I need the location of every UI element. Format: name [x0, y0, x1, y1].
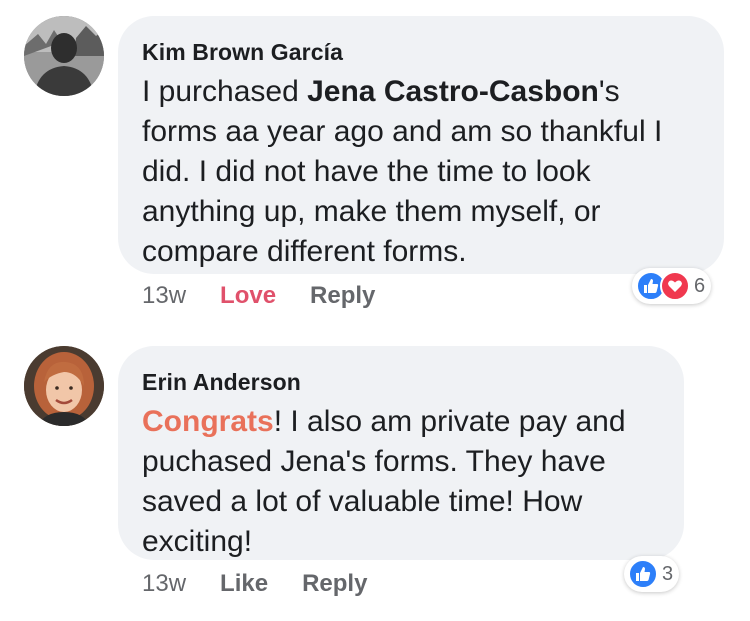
avatar[interactable] [24, 346, 104, 426]
avatar[interactable] [24, 16, 104, 96]
comment-bubble: Erin Anderson Congrats! I also am privat… [118, 346, 684, 560]
comment-timestamp[interactable]: 13w [142, 282, 186, 310]
reply-button[interactable]: Reply [310, 282, 375, 310]
comment: Erin Anderson Congrats! I also am privat… [0, 330, 750, 621]
comment-text-start: I purchased [142, 75, 308, 108]
reply-button[interactable]: Reply [302, 570, 367, 598]
like-button[interactable]: Like [220, 570, 268, 598]
heart-icon [660, 271, 690, 301]
comment: Kim Brown García I purchased Jena Castro… [0, 0, 750, 330]
reaction-summary[interactable]: 6 [632, 268, 712, 304]
comment-text: I purchased Jena Castro-Casbon's forms a… [142, 72, 698, 272]
comment-text: Congrats! I also am private pay and puch… [142, 402, 658, 562]
reaction-summary[interactable]: 3 [624, 556, 680, 592]
mentioned-name: Jena Castro-Casbon [307, 75, 599, 108]
like-icon [628, 559, 658, 589]
reaction-count: 6 [694, 274, 706, 297]
comment-author[interactable]: Kim Brown García [142, 38, 698, 66]
comment-bubble: Kim Brown García I purchased Jena Castro… [118, 16, 724, 274]
comment-author[interactable]: Erin Anderson [142, 368, 658, 396]
comment-actions: 13w Love Reply [142, 282, 409, 310]
love-button[interactable]: Love [220, 282, 276, 310]
user-avatar-icon [24, 16, 104, 96]
comment-actions: 13w Like Reply [142, 570, 401, 598]
reaction-count: 3 [662, 562, 674, 585]
comment-timestamp[interactable]: 13w [142, 570, 186, 598]
celebration-tag[interactable]: Congrats [142, 405, 274, 438]
user-avatar-icon [24, 346, 104, 426]
